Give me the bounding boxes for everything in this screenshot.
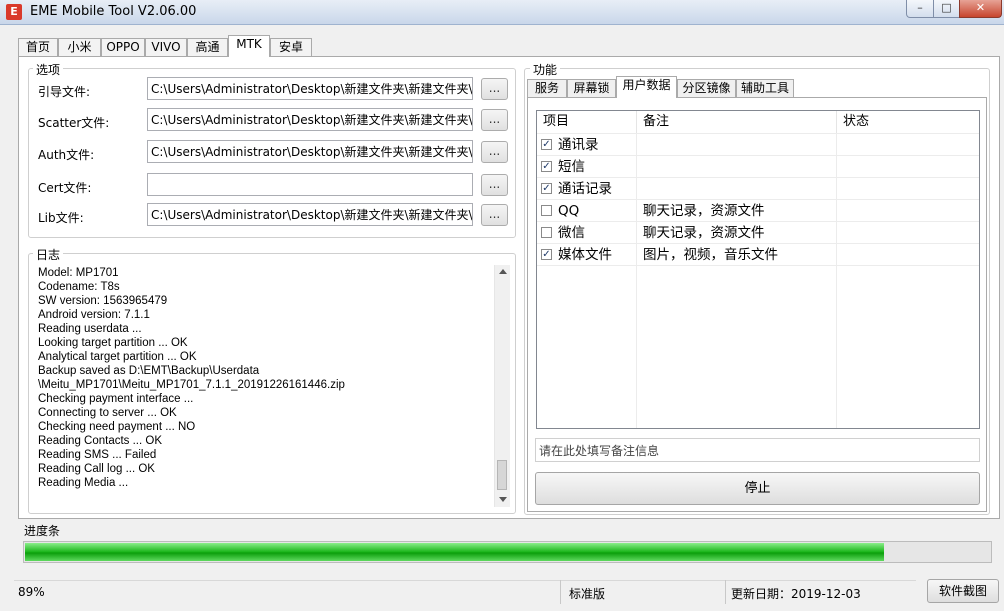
tab-android[interactable]: 安卓 [270, 38, 312, 56]
log-line: Reading userdata ... [38, 323, 142, 335]
status-divider [560, 580, 561, 604]
item-name: 通讯录 [558, 137, 599, 153]
progress-label: 进度条 [24, 524, 61, 538]
log-scroll-thumb[interactable] [497, 460, 507, 490]
boot-file-browse-button[interactable]: ... [481, 78, 508, 100]
tab-qualcomm[interactable]: 高通 [187, 38, 228, 56]
list-item[interactable]: 微信 聊天记录，资源文件 [537, 222, 979, 244]
maximize-button[interactable]: □ [933, 0, 960, 18]
window-title: EME Mobile Tool V2.06.00 [30, 4, 197, 19]
cert-file-browse-button[interactable]: ... [481, 174, 508, 196]
log-line: Reading Call log ... OK [38, 463, 155, 475]
log-line: Reading SMS ... Failed [38, 449, 157, 461]
item-name: 媒体文件 [558, 247, 612, 263]
status-update-date: 更新日期：2019-12-03 [731, 587, 861, 601]
scroll-down-icon[interactable] [499, 497, 507, 502]
tab-service[interactable]: 服务 [527, 79, 567, 97]
checkbox[interactable]: ✓ [541, 139, 552, 150]
scatter-file-browse-button[interactable]: ... [481, 109, 508, 131]
list-item[interactable]: ✓ 通讯录 [537, 134, 979, 156]
item-note: 聊天记录，资源文件 [643, 225, 765, 241]
auth-file-browse-button[interactable]: ... [481, 141, 508, 163]
checkbox[interactable]: ✓ [541, 161, 552, 172]
log-line: \Meitu_MP1701\Meitu_MP1701_7.1.1_2019122… [38, 379, 345, 391]
item-name: 微信 [558, 225, 585, 241]
checkbox[interactable]: ✓ [541, 249, 552, 260]
log-line: Android version: 7.1.1 [38, 309, 150, 321]
scatter-file-label: Scatter文件: [38, 116, 110, 130]
item-note: 图片，视频，音乐文件 [643, 247, 778, 263]
log-line: Checking need payment ... NO [38, 421, 196, 433]
cert-file-label: Cert文件: [38, 181, 92, 195]
log-line: Backup saved as D:\EMT\Backup\Userdata [38, 365, 260, 377]
scroll-up-icon[interactable] [499, 269, 507, 274]
tab-xiaomi[interactable]: 小米 [58, 38, 101, 56]
item-name: 通话记录 [558, 181, 612, 197]
note-input[interactable]: 请在此处填写备注信息 [535, 438, 980, 462]
tab-oppo[interactable]: OPPO [101, 38, 145, 56]
tab-mtk[interactable]: MTK [228, 35, 270, 57]
list-item[interactable]: QQ 聊天记录，资源文件 [537, 200, 979, 222]
user-data-rows: ✓ 通讯录 ✓ 短信 ✓ 通话记录 QQ 聊天记录，资源文件 微信 聊天记录，资源文件 ✓ 媒体文件图… [537, 134, 979, 266]
row-divider [537, 265, 979, 266]
log-output[interactable]: Model: MP1701 Codename: T8s SW version: 15… [32, 263, 512, 509]
log-line: Reading Media ... [38, 477, 129, 489]
tab-assist-tools[interactable]: 辅助工具 [736, 79, 794, 97]
list-item[interactable]: ✓ 媒体文件 图片，视频，音乐文件 [537, 244, 979, 266]
options-group-title: 选项 [33, 61, 64, 78]
scatter-file-field[interactable]: C:\Users\Administrator\Desktop\新建文件夹\新建文… [147, 108, 473, 131]
checkbox[interactable] [541, 227, 552, 238]
log-line: Looking target partition ... OK [38, 337, 188, 349]
status-divider [725, 580, 726, 604]
column-header-item[interactable]: 项目 [537, 111, 637, 133]
functions-group-title: 功能 [530, 61, 561, 78]
column-header-note[interactable]: 备注 [637, 111, 837, 133]
item-name: QQ [558, 203, 580, 219]
item-note: 聊天记录，资源文件 [643, 203, 765, 219]
log-group-title: 日志 [33, 246, 64, 263]
list-item[interactable]: ✓ 通话记录 [537, 178, 979, 200]
boot-file-field[interactable]: C:\Users\Administrator\Desktop\新建文件夹\新建文… [147, 77, 473, 100]
log-line: Reading Contacts ... OK [38, 435, 163, 447]
minimize-button[interactable]: – [906, 0, 934, 18]
checkbox[interactable]: ✓ [541, 183, 552, 194]
log-line: SW version: 1563965479 [38, 295, 168, 307]
log-line: Checking payment interface ... [38, 393, 194, 405]
lib-file-field[interactable]: C:\Users\Administrator\Desktop\新建文件夹\新建文… [147, 203, 473, 226]
auth-file-label: Auth文件: [38, 148, 95, 162]
lib-file-label: Lib文件: [38, 211, 84, 225]
status-edition: 标准版 [569, 587, 606, 601]
log-line: Connecting to server ... OK [38, 407, 177, 419]
checkbox[interactable] [541, 205, 552, 216]
tab-vivo[interactable]: VIVO [145, 38, 187, 56]
tab-partition-image[interactable]: 分区镜像 [677, 79, 736, 97]
close-button[interactable]: ✕ [959, 0, 1002, 18]
log-line: Model: MP1701 [38, 267, 119, 279]
tab-screen-lock[interactable]: 屏幕锁 [567, 79, 616, 97]
tab-home[interactable]: 首页 [18, 38, 58, 56]
status-percent: 89% [18, 585, 45, 599]
stop-button[interactable]: 停止 [535, 472, 980, 505]
list-item[interactable]: ✓ 短信 [537, 156, 979, 178]
auth-file-field[interactable]: C:\Users\Administrator\Desktop\新建文件夹\新建文… [147, 140, 473, 163]
column-header-status[interactable]: 状态 [837, 111, 977, 133]
progress-bar [23, 541, 992, 563]
lib-file-browse-button[interactable]: ... [481, 204, 508, 226]
boot-file-label: 引导文件: [38, 85, 91, 99]
software-screenshot-button[interactable]: 软件截图 [927, 579, 999, 603]
item-name: 短信 [558, 159, 585, 175]
log-scrollbar[interactable] [494, 265, 510, 507]
log-line: Codename: T8s [38, 281, 120, 293]
app-logo-icon: E [6, 4, 22, 20]
log-line: Analytical target partition ... OK [38, 351, 197, 363]
cert-file-field[interactable] [147, 173, 473, 196]
title-bar: E EME Mobile Tool V2.06.00 [0, 0, 1004, 25]
progress-fill [25, 543, 884, 561]
tab-user-data[interactable]: 用户数据 [616, 76, 677, 98]
log-lines: Model: MP1701 Codename: T8s SW version: 15… [38, 266, 345, 490]
